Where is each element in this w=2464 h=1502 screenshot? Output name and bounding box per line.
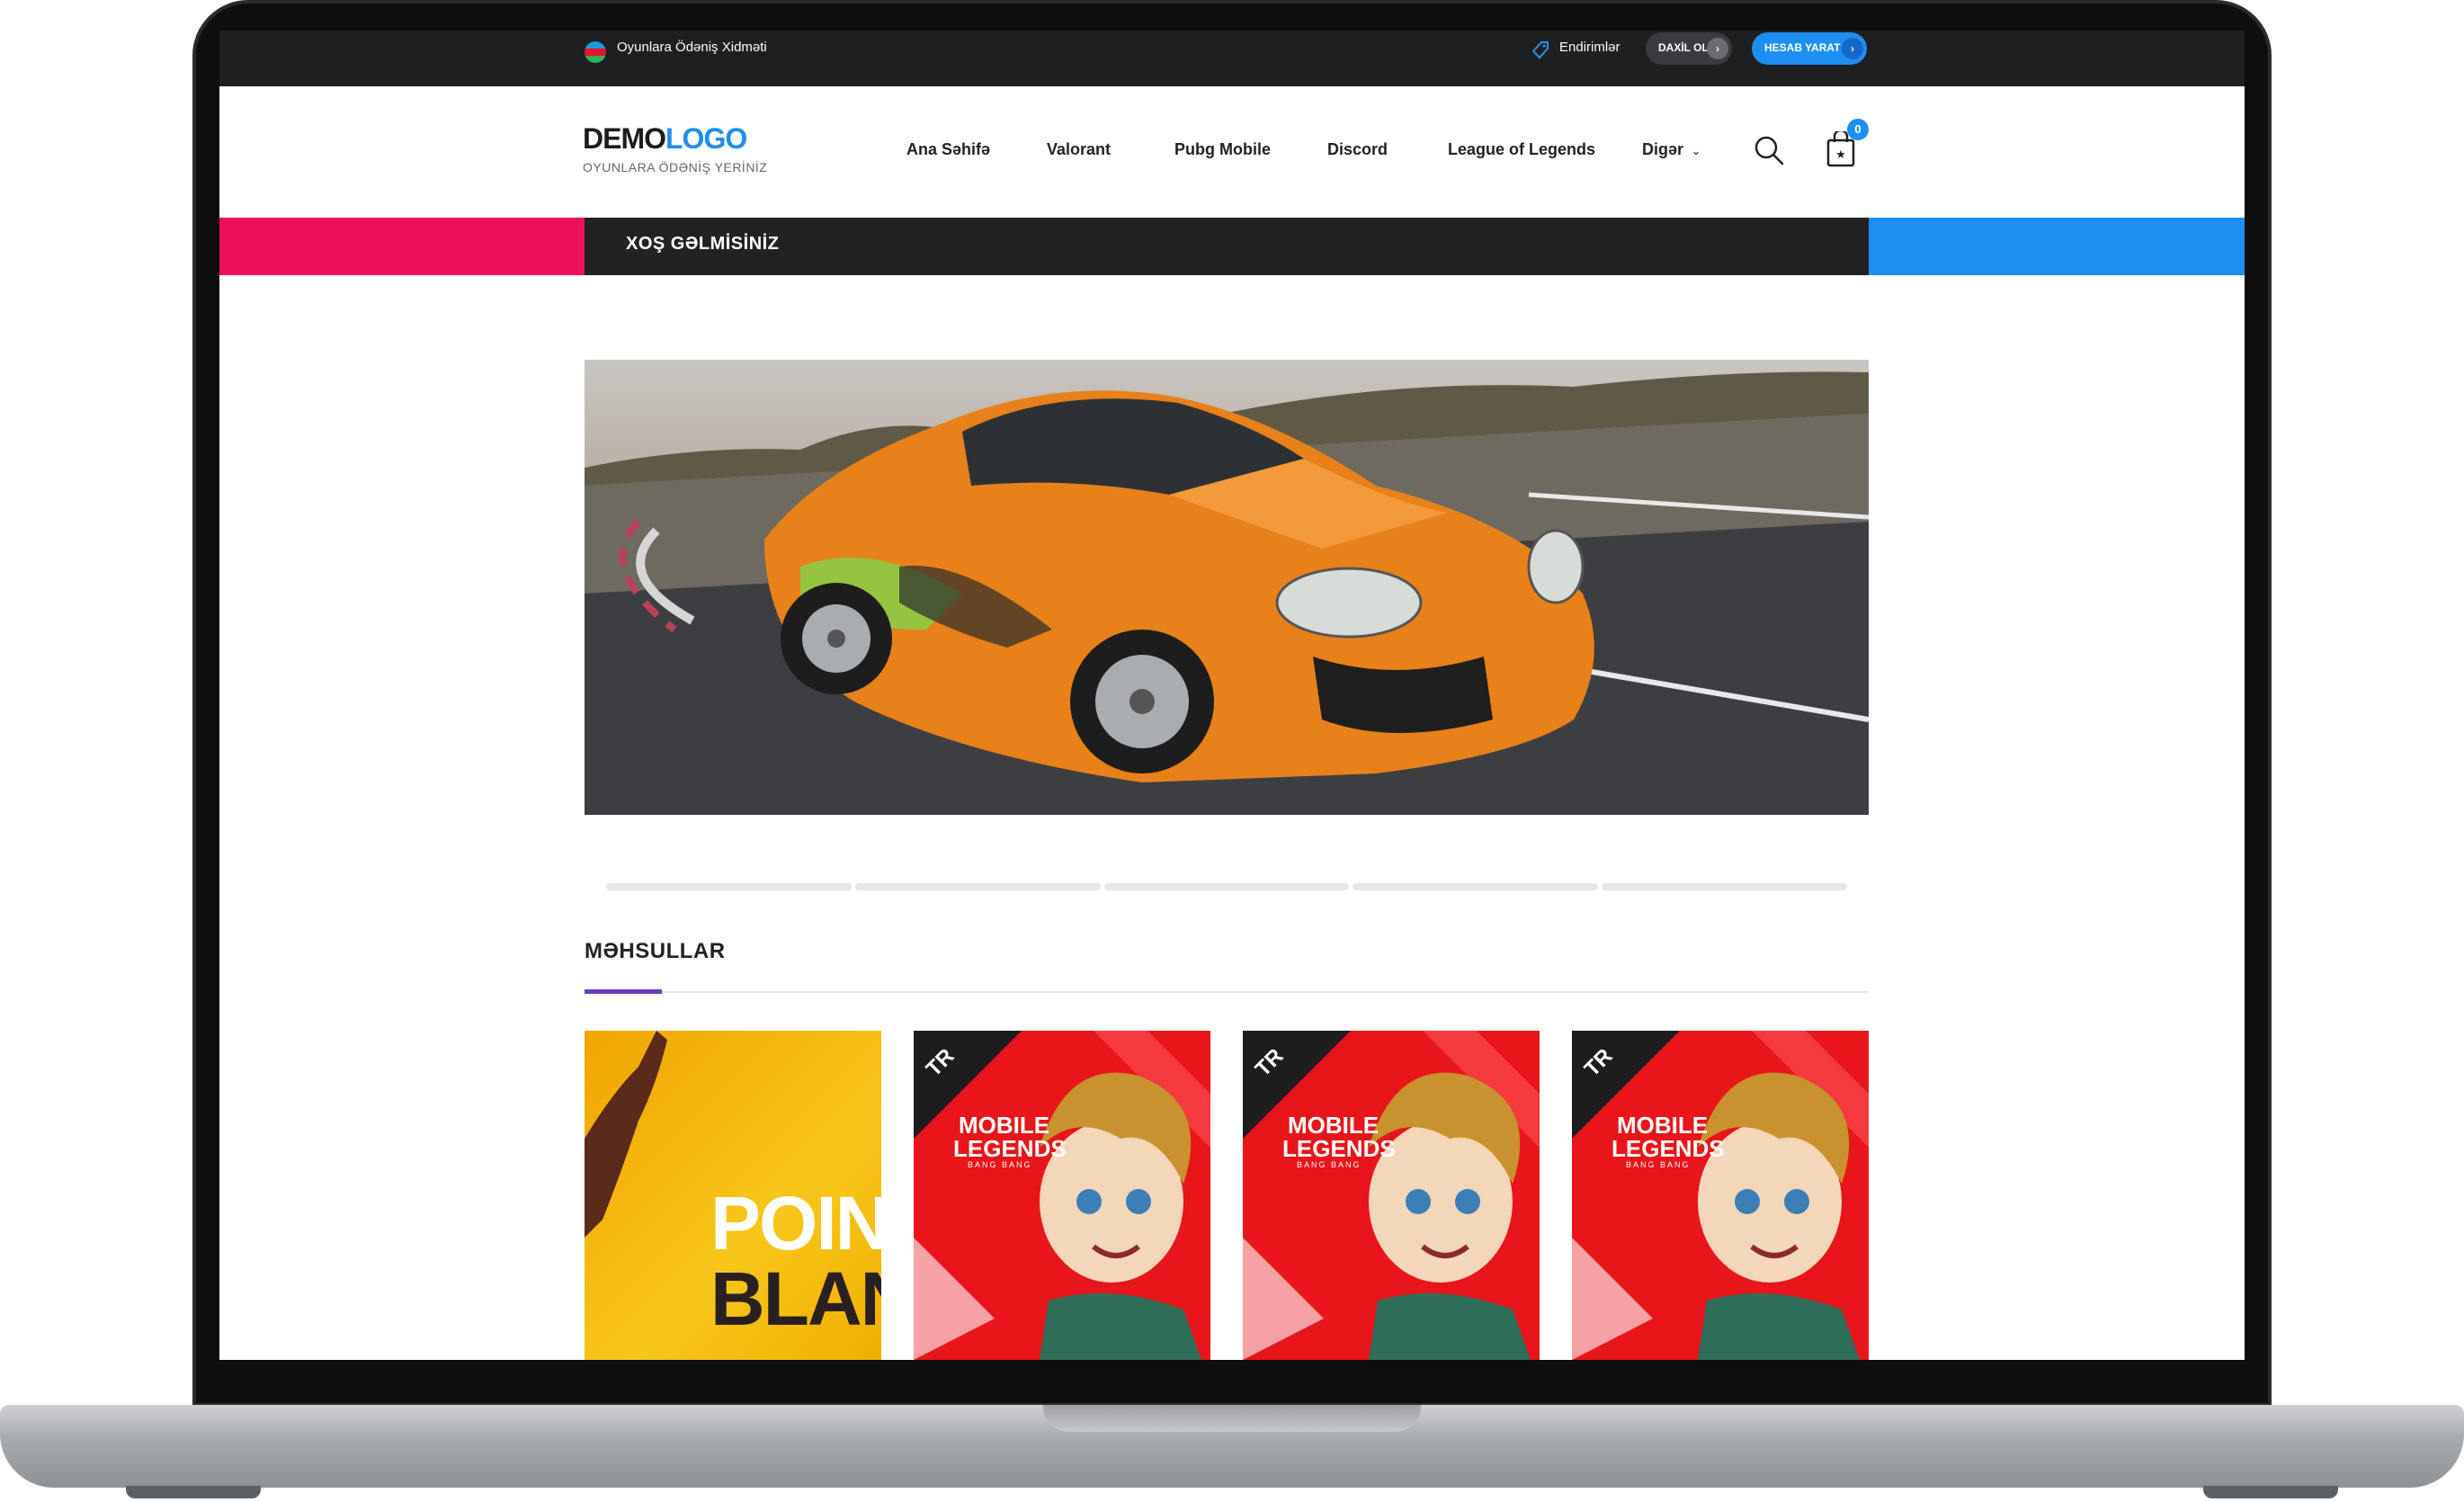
hero-banner-image[interactable]	[585, 360, 1869, 815]
slider-dot[interactable]	[1602, 883, 1847, 890]
site-label: Oyunlara Ödəniş Xidməti	[617, 40, 767, 55]
login-button[interactable]: DAXİL OL ›	[1646, 32, 1732, 65]
product-title-line-1: POINT	[710, 1181, 881, 1265]
product-card-mobile-legends[interactable]: TR MOBILE LEGENDS BANG BANG	[1243, 1031, 1540, 1360]
product-card-point-blank[interactable]: POINT BLAN	[585, 1031, 881, 1360]
chevron-right-icon: ›	[1707, 38, 1728, 59]
site-logo[interactable]: DEMOLOGO	[583, 122, 747, 156]
welcome-strip-left	[219, 218, 585, 275]
nav-item-discord[interactable]: Discord	[1327, 140, 1388, 159]
slider-dot[interactable]	[1353, 883, 1599, 890]
register-button[interactable]: HESAB YARAT ›	[1752, 32, 1867, 65]
nav-item-league-of-legends[interactable]: League of Legends	[1448, 140, 1595, 159]
search-icon[interactable]	[1754, 135, 1784, 165]
laptop-notch	[1043, 1405, 1421, 1432]
nav-item-valorant[interactable]: Valorant	[1047, 140, 1111, 159]
product-title-line-2: LEGENDS	[1611, 1135, 1725, 1162]
product-subtitle: BANG BANG	[968, 1160, 1032, 1169]
slider-dot[interactable]	[854, 883, 1101, 890]
slider-dot[interactable]	[606, 883, 852, 890]
tag-icon	[1531, 41, 1549, 59]
logo-part-1: DEMO	[583, 122, 666, 155]
site-header: DEMOLOGO OYUNLARA ÖDƏNİŞ YERİNİZ Ana Səh…	[219, 86, 2245, 218]
welcome-strip-right	[1869, 218, 2245, 275]
nav-item-other[interactable]: Digər ⌄	[1642, 140, 1701, 159]
product-title-line-2: LEGENDS	[953, 1135, 1067, 1162]
product-card-mobile-legends[interactable]: TR MOBILE LEGENDS BANG BANG	[1572, 1031, 1869, 1360]
products-divider	[585, 991, 1869, 993]
laptop-foot	[126, 1486, 261, 1498]
product-title-line-2: LEGENDS	[1282, 1135, 1396, 1162]
laptop-foot	[2203, 1486, 2338, 1498]
product-title-line-2: BLAN	[710, 1256, 881, 1341]
azerbaijan-flag-icon	[585, 41, 606, 63]
welcome-text: XOŞ GƏLMİSİNİZ	[626, 234, 780, 254]
logo-part-2: LOGO	[665, 122, 747, 155]
slider-dot[interactable]	[1103, 883, 1350, 890]
top-bar: Oyunlara Ödəniş Xidməti Endirimlər DAXİL…	[219, 31, 2245, 86]
product-subtitle: BANG BANG	[1297, 1160, 1361, 1169]
chevron-down-icon: ⌄	[1692, 145, 1701, 157]
register-button-label: HESAB YARAT	[1764, 41, 1841, 54]
cart-count-badge: 0	[1847, 119, 1869, 140]
discounts-link[interactable]: Endirimlər	[1559, 40, 1620, 55]
logo-tagline: OYUNLARA ÖDƏNİŞ YERİNİZ	[583, 160, 768, 174]
products-title-accent	[585, 989, 662, 994]
nav-item-other-label: Digər	[1642, 140, 1684, 158]
banner-slider-indicators[interactable]	[606, 883, 1847, 890]
nav-item-home[interactable]: Ana Səhifə	[906, 140, 990, 159]
browser-screen: Oyunlara Ödəniş Xidməti Endirimlər DAXİL…	[219, 31, 2245, 1360]
product-subtitle: BANG BANG	[1626, 1160, 1691, 1169]
product-card-mobile-legends[interactable]: TR MOBILE LEGENDS BANG BANG	[914, 1031, 1210, 1360]
chevron-right-icon: ›	[1842, 38, 1863, 59]
laptop-frame: Oyunlara Ödəniş Xidməti Endirimlər DAXİL…	[0, 0, 2464, 1502]
svg-text:★: ★	[1835, 148, 1846, 162]
login-button-label: DAXİL OL	[1658, 41, 1709, 54]
products-title: MƏHSULLAR	[585, 939, 726, 963]
nav-item-pubg-mobile[interactable]: Pubg Mobile	[1174, 140, 1271, 159]
